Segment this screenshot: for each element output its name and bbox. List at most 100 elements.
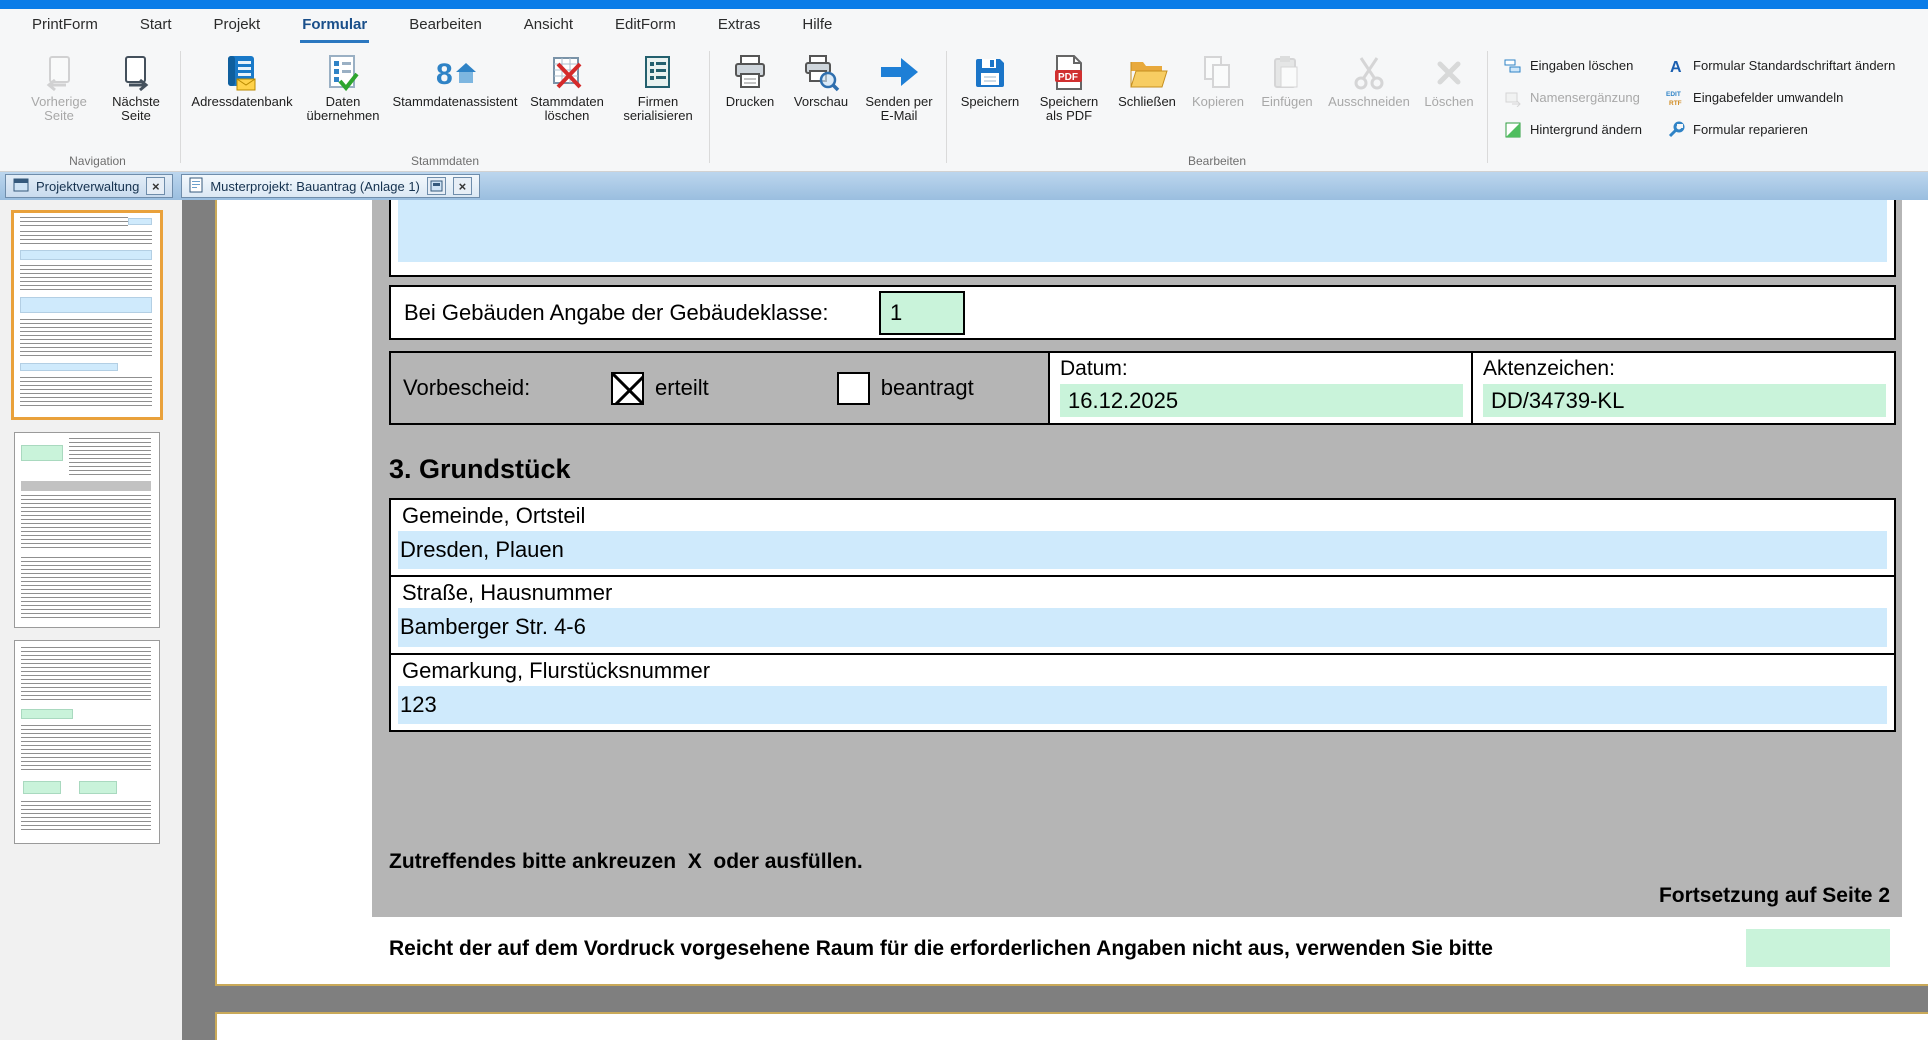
ribbon-group-label-navigation: Navigation: [69, 154, 126, 168]
gebaeudeklasse-value: 1: [890, 299, 903, 325]
thumbnail-decor: [21, 495, 151, 551]
datum-value: 16.12.2025: [1068, 387, 1179, 413]
tab-form-action-button[interactable]: [426, 177, 446, 195]
menu-item-editform[interactable]: EditForm: [613, 9, 678, 43]
tab-projektverwaltung[interactable]: Projektverwaltung ×: [5, 174, 174, 198]
ausschneiden-button[interactable]: Ausschneiden: [1325, 48, 1413, 109]
eingabefelder-umwandeln-button[interactable]: EDIT RTF Eingabefelder umwandeln: [1666, 87, 1895, 108]
thumbnail-decor: [20, 363, 118, 371]
ribbon: Vorherige Seite Nächste Seite Navigation: [0, 43, 1928, 172]
namensergaenzung-button[interactable]: Namensergänzung: [1503, 87, 1642, 108]
schliessen-label: Schließen: [1118, 94, 1176, 109]
kopieren-button[interactable]: Kopieren: [1187, 48, 1249, 109]
namensergaenzung-label: Namensergänzung: [1530, 90, 1640, 105]
beantragt-label: beantragt: [880, 375, 974, 400]
menu-item-formular[interactable]: Formular: [300, 9, 370, 43]
previous-page-icon: [40, 51, 78, 95]
firmen-serialisieren-button[interactable]: Firmen serialisieren: [616, 48, 700, 123]
stammdatenassistent-button[interactable]: 8 Stammdatenassistent: [392, 48, 518, 109]
print-preview-icon: [801, 51, 841, 95]
eingaben-loeschen-button[interactable]: Eingaben löschen: [1503, 55, 1642, 76]
send-arrow-icon: [877, 51, 921, 95]
background-color-icon: [1503, 121, 1523, 139]
ribbon-group-bearbeiten: Speichern PDF Speichern als PDF Schließe…: [948, 43, 1486, 171]
ribbon-separator: [946, 51, 947, 163]
next-page-label: Nächste Seite: [112, 94, 160, 123]
table-delete-icon: [547, 51, 587, 95]
einfuegen-button[interactable]: Einfügen: [1256, 48, 1318, 109]
ribbon-group-navigation: Vorherige Seite Nächste Seite Navigation: [16, 43, 179, 171]
menu-item-ansicht[interactable]: Ansicht: [522, 9, 575, 43]
ribbon-separator: [709, 51, 710, 163]
hintergrund-aendern-button[interactable]: Hintergrund ändern: [1503, 119, 1642, 140]
window-top-strip: [0, 0, 1928, 9]
svg-text:RTF: RTF: [1669, 100, 1682, 107]
previous-page-button[interactable]: Vorherige Seite: [24, 48, 94, 123]
page-thumbnail-2[interactable]: [14, 432, 160, 628]
erteilt-label: erteilt: [655, 375, 709, 400]
section-3-heading: 3. Grundstück: [389, 454, 571, 484]
thumbnail-decor: [20, 377, 152, 409]
page-bottom-input[interactable]: [1746, 929, 1890, 967]
menu-item-printform[interactable]: PrintForm: [30, 9, 100, 43]
gemarkung-label: Gemarkung, Flurstücksnummer: [402, 657, 711, 683]
speichern-pdf-button[interactable]: PDF Speichern als PDF: [1031, 48, 1107, 123]
top-text-input[interactable]: [398, 200, 1887, 262]
stammdaten-loeschen-label: Stammdaten löschen: [530, 94, 604, 123]
gemarkung-value: 123: [400, 691, 437, 717]
schliessen-button[interactable]: Schließen: [1114, 48, 1180, 109]
erteilt-checkbox[interactable]: [611, 371, 644, 405]
drucken-button[interactable]: Drucken: [719, 48, 781, 109]
loeschen-button[interactable]: Löschen: [1420, 48, 1478, 109]
serial-list-icon: [638, 51, 678, 95]
page-thumbnail-1[interactable]: [11, 210, 163, 420]
vorschau-button[interactable]: Vorschau: [788, 48, 854, 109]
assistant-home-icon: 8: [432, 51, 478, 95]
form-page-1: Bei Gebäuden Angabe der Gebäudeklasse: 1…: [215, 200, 1928, 986]
senden-email-button[interactable]: Senden per E-Mail: [861, 48, 937, 123]
menu-item-projekt[interactable]: Projekt: [212, 9, 263, 43]
datum-label: Datum:: [1060, 357, 1128, 380]
address-book-icon: [222, 51, 262, 95]
menu-item-bearbeiten[interactable]: Bearbeiten: [407, 9, 484, 43]
vorbescheid-row: Vorbescheid: erteilt beantragt Datum: 16…: [389, 351, 1896, 425]
thumbnail-decor: [21, 557, 151, 619]
gemeinde-input[interactable]: Dresden, Plauen: [398, 531, 1887, 570]
formular-reparieren-label: Formular reparieren: [1693, 122, 1808, 137]
name-suffix-icon: [1503, 89, 1523, 107]
ribbon-extras-panel: Eingaben löschen Namensergänzung Hinterg…: [1489, 43, 1895, 171]
tab-musterprojekt[interactable]: Musterprojekt: Bauantrag (Anlage 1) ×: [181, 174, 480, 198]
svg-text:A: A: [1670, 59, 1682, 75]
gebaeudeklasse-input[interactable]: 1: [879, 290, 965, 335]
thumbnail-decor: [20, 265, 152, 293]
adressdatenbank-button[interactable]: Adressdatenbank: [190, 48, 294, 109]
previous-page-label: Vorherige Seite: [31, 94, 87, 123]
datum-input[interactable]: 16.12.2025: [1060, 384, 1463, 417]
printform-window: PrintForm Start Projekt Formular Bearbei…: [0, 0, 1928, 1040]
aktenzeichen-input[interactable]: DD/34739-KL: [1483, 384, 1886, 417]
page-thumbnail-3[interactable]: [14, 640, 160, 844]
gemarkung-input[interactable]: 123: [398, 685, 1887, 724]
tab-projektverwaltung-close-icon[interactable]: ×: [146, 177, 166, 195]
tab-musterprojekt-close-icon[interactable]: ×: [452, 177, 472, 195]
strasse-row: Straße, Hausnummer Bamberger Str. 4-6: [391, 577, 1894, 655]
form-page-2: [215, 1012, 1928, 1040]
form-document-icon: [189, 177, 203, 196]
adressdatenbank-label: Adressdatenbank: [191, 94, 293, 109]
speichern-label: Speichern: [960, 94, 1020, 109]
formular-reparieren-button[interactable]: Formular reparieren: [1666, 119, 1895, 140]
daten-uebernehmen-button[interactable]: Daten übernehmen: [301, 48, 385, 123]
thumbnail-decor: [20, 319, 152, 359]
menu-item-extras[interactable]: Extras: [716, 9, 763, 43]
thumbnail-decor: [21, 725, 151, 773]
thumbnail-decor: [128, 218, 152, 225]
stammdaten-loeschen-button[interactable]: Stammdaten löschen: [525, 48, 609, 123]
beantragt-checkbox[interactable]: [836, 371, 870, 405]
next-page-button[interactable]: Nächste Seite: [101, 48, 171, 123]
standardschriftart-button[interactable]: A Formular Standardschriftart ändern: [1666, 55, 1895, 76]
menu-item-start[interactable]: Start: [138, 9, 174, 43]
strasse-input[interactable]: Bamberger Str. 4-6: [398, 608, 1887, 647]
menu-item-hilfe[interactable]: Hilfe: [800, 9, 834, 43]
eingabefelder-umwandeln-label: Eingabefelder umwandeln: [1693, 90, 1844, 105]
speichern-button[interactable]: Speichern: [956, 48, 1024, 109]
